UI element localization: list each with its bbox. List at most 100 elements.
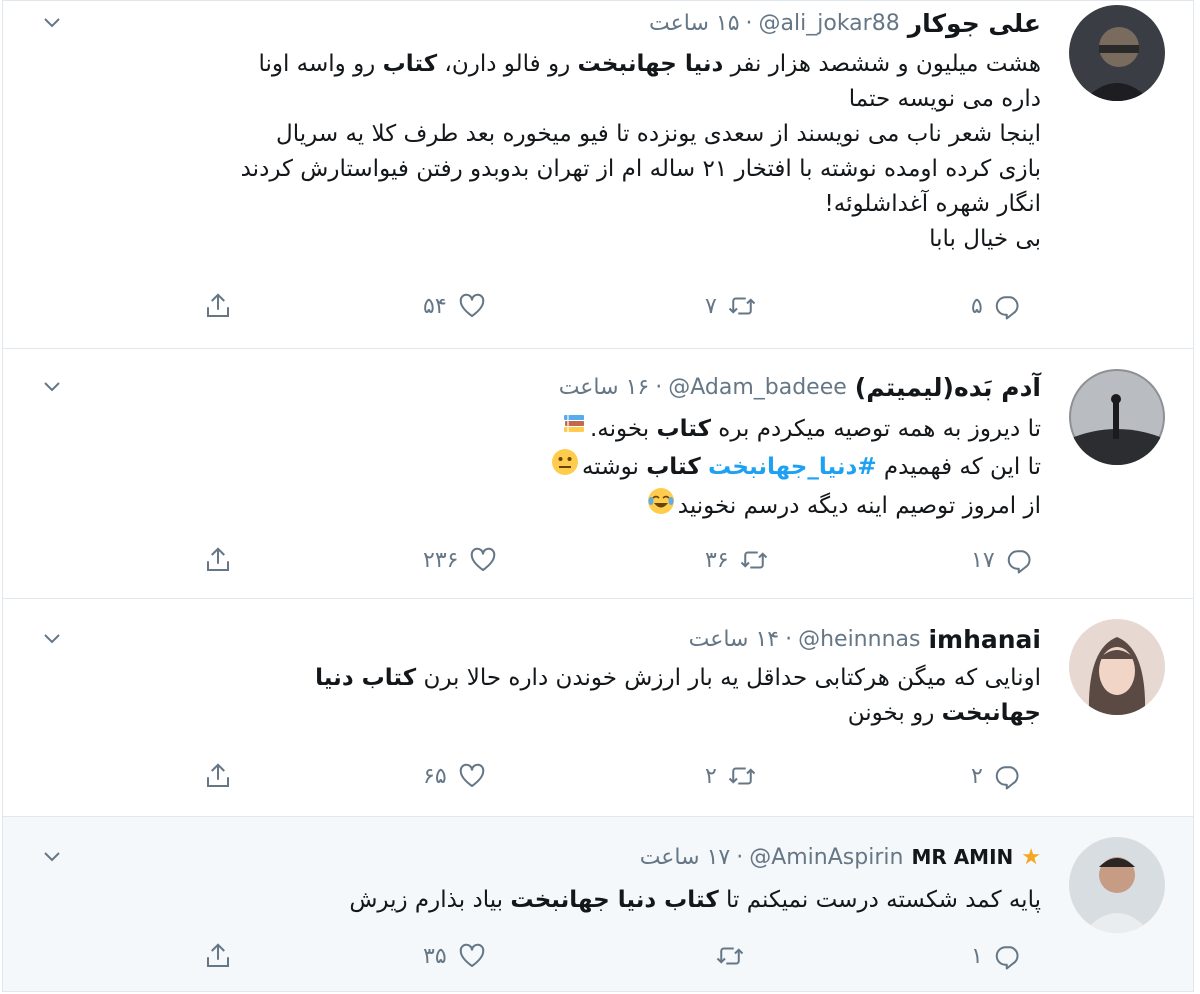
share-button[interactable] bbox=[203, 545, 233, 575]
share-button[interactable] bbox=[203, 291, 233, 321]
retweet-icon bbox=[715, 941, 745, 971]
retweet-count: ۲ bbox=[705, 763, 717, 789]
username[interactable]: @Adam_badeee bbox=[668, 375, 847, 400]
separator-dot: · bbox=[745, 10, 753, 36]
heart-icon bbox=[457, 941, 487, 971]
text-segment: اینجا شعر ناب می نویسند از سعدی یونزده ت… bbox=[276, 121, 1041, 147]
like-count: ۲۳۶ bbox=[423, 547, 459, 573]
text-segment: بی خیال بابا bbox=[929, 226, 1041, 252]
timestamp[interactable]: ۱۶ ساعت bbox=[559, 375, 650, 400]
text-segment: رو بخونن bbox=[847, 700, 942, 726]
heart-icon bbox=[457, 291, 487, 321]
display-name[interactable]: MR AMIN bbox=[911, 845, 1013, 869]
tweet-actions: ۱ ۳۵ bbox=[3, 941, 1193, 971]
tweet-line: انگار شهره آغداشلوئه! bbox=[41, 187, 1041, 222]
tweet-text: تا دیروز به همه توصیه میکردم بره کتاب بخ… bbox=[41, 411, 1041, 526]
tweet-line: بی خیال بابا bbox=[41, 222, 1041, 257]
heart-icon bbox=[457, 761, 487, 791]
retweet-icon bbox=[727, 291, 757, 321]
text-segment: انگار شهره آغداشلوئه! bbox=[824, 191, 1041, 217]
username[interactable]: @AminAspirin bbox=[749, 845, 903, 870]
tweet-line: اینجا شعر ناب می نویسند از سعدی یونزده ت… bbox=[41, 117, 1041, 152]
like-count: ۵۴ bbox=[423, 293, 447, 319]
tweet-text: اونایی که میگن هرکتابی حداقل یه بار ارزش… bbox=[41, 661, 1041, 731]
reply-icon bbox=[1005, 545, 1035, 575]
text-segment: تا این که فهمیدم bbox=[876, 454, 1041, 480]
share-icon bbox=[203, 941, 233, 971]
separator-dot: · bbox=[785, 626, 793, 652]
reply-button[interactable]: ۲ bbox=[971, 761, 1023, 791]
joy-emoji-icon bbox=[647, 487, 675, 526]
reply-count: ۱۷ bbox=[971, 547, 995, 573]
avatar[interactable] bbox=[1069, 619, 1165, 715]
chevron-down-icon[interactable] bbox=[43, 17, 61, 29]
tweet-actions: ۲ ۲ ۶۵ bbox=[3, 761, 1193, 791]
like-button[interactable]: ۶۵ bbox=[423, 761, 487, 791]
reply-icon bbox=[993, 761, 1023, 791]
retweet-button[interactable] bbox=[705, 941, 745, 971]
tweet[interactable]: آدم بَده(لیمیتم) @Adam_badeee · ۱۶ ساعت … bbox=[3, 349, 1193, 599]
tweet-text: هشت میلیون و ششصد هزار نفر دنیا جهانبخت … bbox=[41, 47, 1041, 257]
tweet-line: تا این که فهمیدم #دنیا_جهانبخت کتاب نوشت… bbox=[41, 448, 1041, 487]
neutral-emoji-icon bbox=[551, 448, 579, 487]
tweet[interactable]: ★ MR AMIN @AminAspirin · ۱۷ ساعت پایه کم… bbox=[3, 817, 1193, 991]
display-name[interactable]: علی جوکار bbox=[908, 9, 1041, 38]
share-button[interactable] bbox=[203, 941, 233, 971]
reply-icon bbox=[993, 941, 1023, 971]
highlighted-term: کتاب bbox=[646, 454, 701, 480]
text-segment: بازی کرده اومده نوشته با افتخار ۲۱ ساله … bbox=[240, 156, 1041, 182]
tweet-actions: ۱۷ ۳۶ ۲۳۶ bbox=[3, 545, 1193, 575]
retweet-icon bbox=[739, 545, 769, 575]
reply-count: ۱ bbox=[971, 943, 983, 969]
text-segment: رو واسه اونا bbox=[258, 51, 383, 77]
retweet-button[interactable]: ۲ bbox=[705, 761, 757, 791]
avatar[interactable] bbox=[1069, 5, 1165, 101]
share-button[interactable] bbox=[203, 761, 233, 791]
like-count: ۳۵ bbox=[423, 943, 447, 969]
display-name[interactable]: imhanai bbox=[928, 625, 1041, 654]
chevron-down-icon[interactable] bbox=[43, 633, 61, 645]
tweet-line: بازی کرده اومده نوشته با افتخار ۲۱ ساله … bbox=[41, 152, 1041, 187]
reply-button[interactable]: ۱۷ bbox=[971, 545, 1035, 575]
avatar[interactable] bbox=[1069, 369, 1165, 465]
text-segment: اونایی که میگن هرکتابی حداقل یه بار ارزش… bbox=[416, 665, 1041, 691]
timestamp[interactable]: ۱۷ ساعت bbox=[640, 845, 731, 870]
retweet-button[interactable]: ۷ bbox=[705, 291, 757, 321]
share-icon bbox=[203, 291, 233, 321]
tweet[interactable]: علی جوکار @ali_jokar88 · ۱۵ ساعت هشت میل… bbox=[3, 1, 1193, 349]
highlighted-term: کتاب bbox=[656, 416, 711, 442]
highlighted-term: کتاب bbox=[382, 51, 438, 77]
tweet[interactable]: imhanai @heinnnas · ۱۴ ساعت اونایی که می… bbox=[3, 599, 1193, 817]
share-icon bbox=[203, 545, 233, 575]
retweet-button[interactable]: ۳۶ bbox=[705, 545, 769, 575]
text-segment: از امروز توصیم اینه دیگه درسم نخونید bbox=[677, 493, 1041, 519]
reply-count: ۵ bbox=[971, 293, 983, 319]
reply-button[interactable]: ۱ bbox=[971, 941, 1023, 971]
tweet-text: پایه کمد شکسته درست نمیکنم تا کتاب دنیا … bbox=[41, 883, 1041, 918]
like-button[interactable]: ۲۳۶ bbox=[423, 545, 498, 575]
separator-dot: · bbox=[736, 844, 744, 870]
tweet-line: داره می نویسه حتما bbox=[41, 82, 1041, 117]
reply-icon bbox=[993, 291, 1023, 321]
hashtag-link[interactable]: #دنیا_جهانبخت bbox=[708, 454, 877, 480]
timestamp[interactable]: ۱۵ ساعت bbox=[649, 11, 740, 36]
highlighted-term: کتاب دنیا bbox=[315, 665, 417, 691]
tweet-line: تا دیروز به همه توصیه میکردم بره کتاب بخ… bbox=[41, 411, 1041, 448]
username[interactable]: @heinnnas bbox=[798, 627, 920, 652]
text-segment: داره می نویسه حتما bbox=[848, 86, 1041, 112]
reply-button[interactable]: ۵ bbox=[971, 291, 1023, 321]
text-segment: بخونه. bbox=[590, 416, 657, 442]
chevron-down-icon[interactable] bbox=[43, 851, 61, 863]
retweet-count: ۷ bbox=[705, 293, 717, 319]
chevron-down-icon[interactable] bbox=[43, 381, 61, 393]
tweet-actions: ۵ ۷ ۵۴ bbox=[3, 291, 1193, 321]
avatar[interactable] bbox=[1069, 837, 1165, 933]
text-segment: بیاد بذارم زیرش bbox=[349, 887, 511, 913]
like-button[interactable]: ۳۵ bbox=[423, 941, 487, 971]
like-button[interactable]: ۵۴ bbox=[423, 291, 487, 321]
display-name[interactable]: آدم بَده(لیمیتم) bbox=[855, 373, 1041, 402]
tweet-line: هشت میلیون و ششصد هزار نفر دنیا جهانبخت … bbox=[41, 47, 1041, 82]
timestamp[interactable]: ۱۴ ساعت bbox=[689, 627, 780, 652]
star-icon: ★ bbox=[1021, 844, 1041, 870]
username[interactable]: @ali_jokar88 bbox=[759, 11, 900, 36]
